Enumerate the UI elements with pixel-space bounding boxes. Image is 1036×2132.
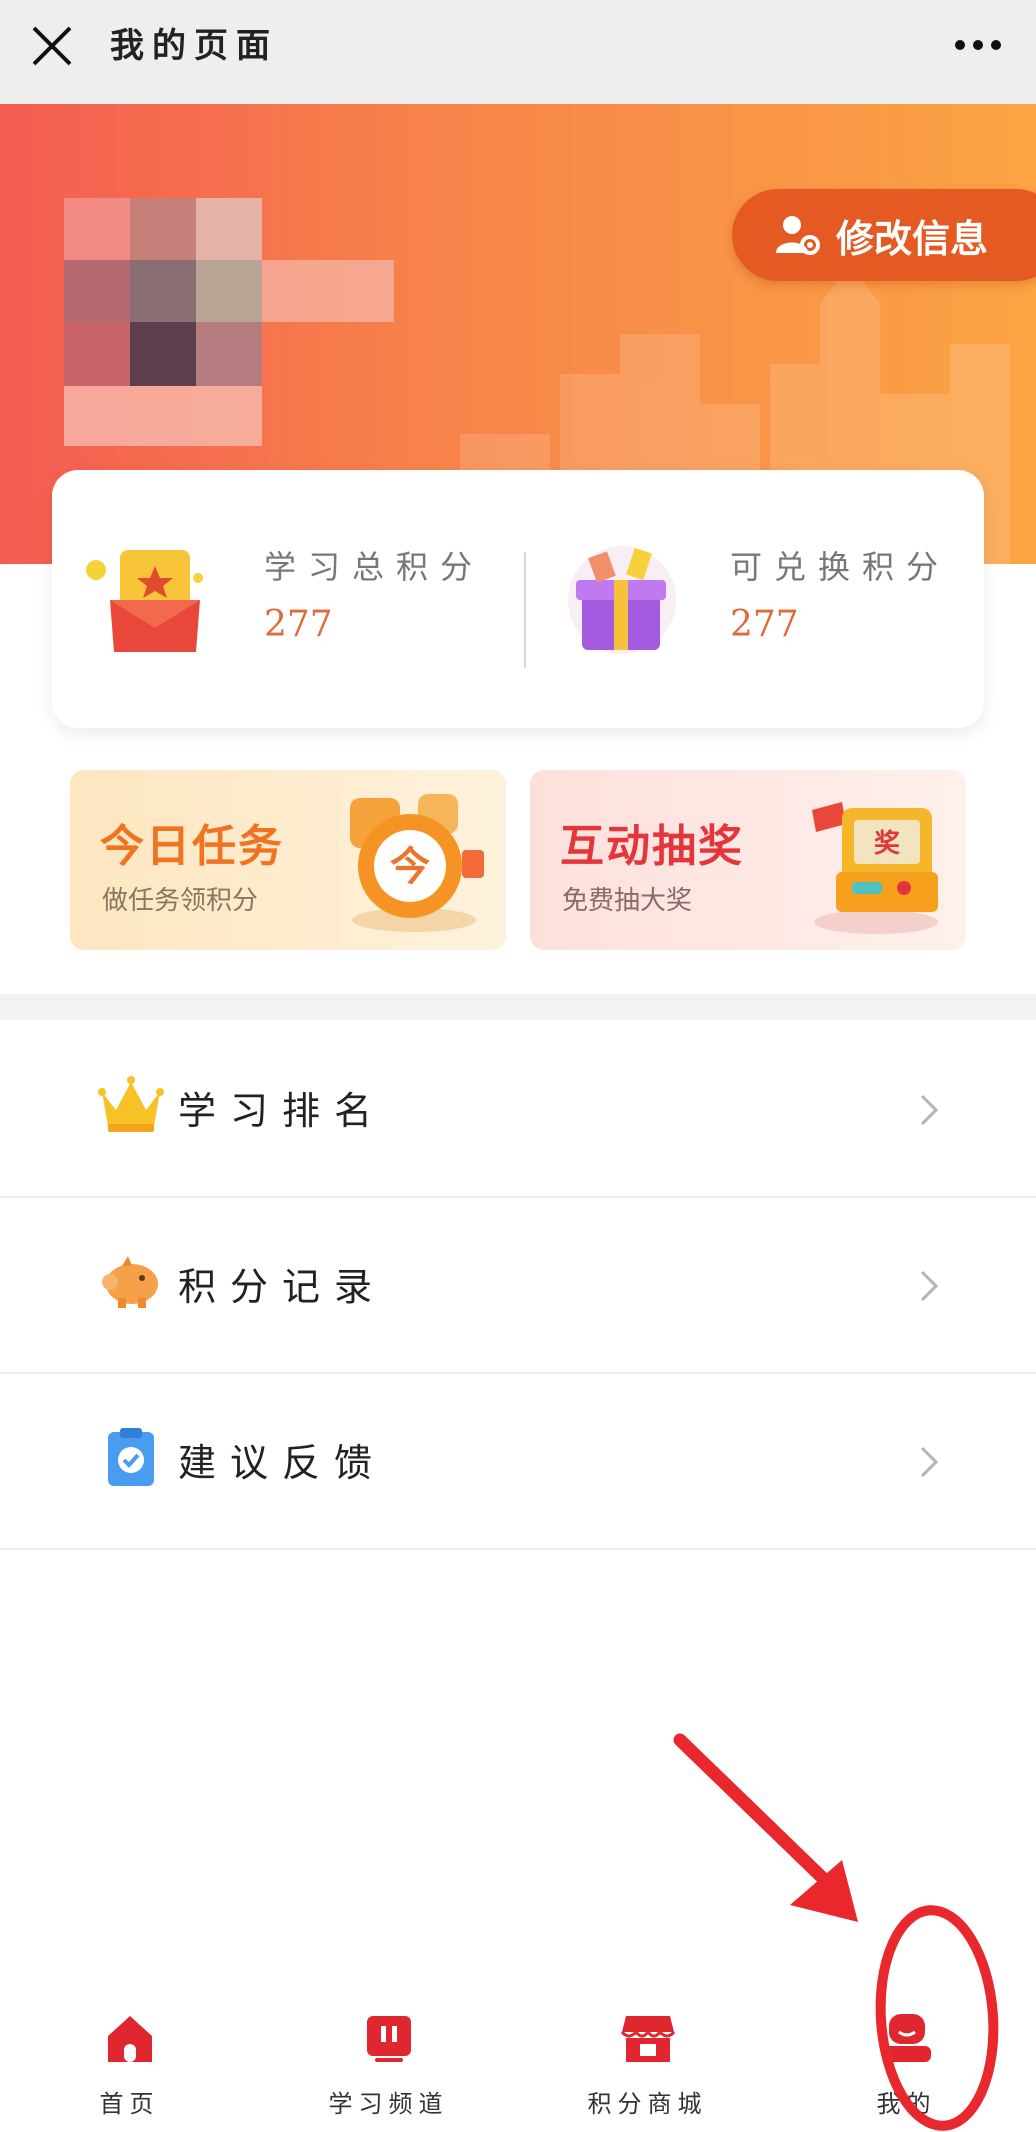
task-badge-text: 今 <box>390 844 430 890</box>
user-profile-icon <box>882 2014 931 2062</box>
lottery-badge-text: 奖 <box>874 828 901 859</box>
menu-label-points-record: 积分记录 <box>178 1265 387 1309</box>
section-separator <box>0 994 1036 1020</box>
chevron-right-icon <box>920 1270 939 1302</box>
redeemable-points-label: 可兑换积分 <box>730 548 951 586</box>
piggy-bank-icon <box>102 1256 158 1308</box>
page-title: 我的页面 <box>110 26 278 66</box>
menu-label-feedback: 建议反馈 <box>178 1441 387 1485</box>
lottery-tile[interactable]: 互动抽奖 免费抽大奖 奖 <box>530 770 966 950</box>
chevron-right-icon <box>920 1094 939 1126</box>
daily-task-title: 今日任务 <box>100 821 284 872</box>
menu-item-ranking[interactable]: 学习排名 <box>0 1020 1036 1198</box>
more-icon[interactable] <box>948 30 1008 60</box>
daily-task-subtitle: 做任务领积分 <box>102 886 259 916</box>
study-channel-icon <box>366 2016 411 2062</box>
store-icon <box>620 2016 675 2062</box>
menu-item-feedback[interactable]: 建议反馈 <box>0 1372 1036 1550</box>
tab-mine[interactable]: 我的 <box>777 1980 1036 2132</box>
daily-task-tile[interactable]: 今日任务 做任务领积分 今 <box>70 770 506 950</box>
alarm-clock-icon: 今 <box>350 794 484 932</box>
close-icon[interactable] <box>22 16 82 76</box>
edit-profile-label: 修改信息 <box>836 216 989 261</box>
bottom-tab-bar: 首页 学习频道 积分商城 我的 <box>0 1980 1036 2132</box>
total-points-label: 学习总积分 <box>264 548 485 586</box>
menu-item-points-record[interactable]: 积分记录 <box>0 1196 1036 1374</box>
user-settings-icon <box>776 216 820 255</box>
tab-mine-label: 我的 <box>876 2090 937 2118</box>
tab-points-mall-label: 积分商城 <box>587 2090 708 2118</box>
arrow-annotation <box>673 1733 858 1922</box>
tab-study-channel[interactable]: 学习频道 <box>259 1980 518 2132</box>
redeemable-points-value: 277 <box>730 604 799 645</box>
menu-label-ranking: 学习排名 <box>178 1089 387 1133</box>
title-bar: 我的页面 <box>0 0 1036 104</box>
crown-icon <box>98 1076 164 1132</box>
total-points-value: 277 <box>264 604 333 645</box>
tab-home[interactable]: 首页 <box>0 1980 259 2132</box>
clipboard-check-icon <box>108 1428 154 1486</box>
prize-machine-icon: 奖 <box>812 802 938 934</box>
lottery-title: 互动抽奖 <box>560 821 744 872</box>
tab-study-channel-label: 学习频道 <box>328 2090 449 2118</box>
gift-box-icon <box>568 546 676 654</box>
points-summary-card: 学习总积分 277 可兑换积分 277 <box>52 470 984 728</box>
chevron-right-icon <box>920 1446 939 1478</box>
edit-profile-button[interactable]: 修改信息 <box>732 189 1036 281</box>
tab-points-mall[interactable]: 积分商城 <box>518 1980 777 2132</box>
home-icon <box>107 2016 152 2062</box>
total-points[interactable]: 学习总积分 277 <box>52 470 518 728</box>
lottery-subtitle: 免费抽大奖 <box>562 886 693 916</box>
avatar[interactable] <box>64 198 394 488</box>
redeemable-points[interactable]: 可兑换积分 277 <box>518 470 984 728</box>
tab-home-label: 首页 <box>99 2090 160 2118</box>
red-envelope-star-icon <box>86 550 203 652</box>
